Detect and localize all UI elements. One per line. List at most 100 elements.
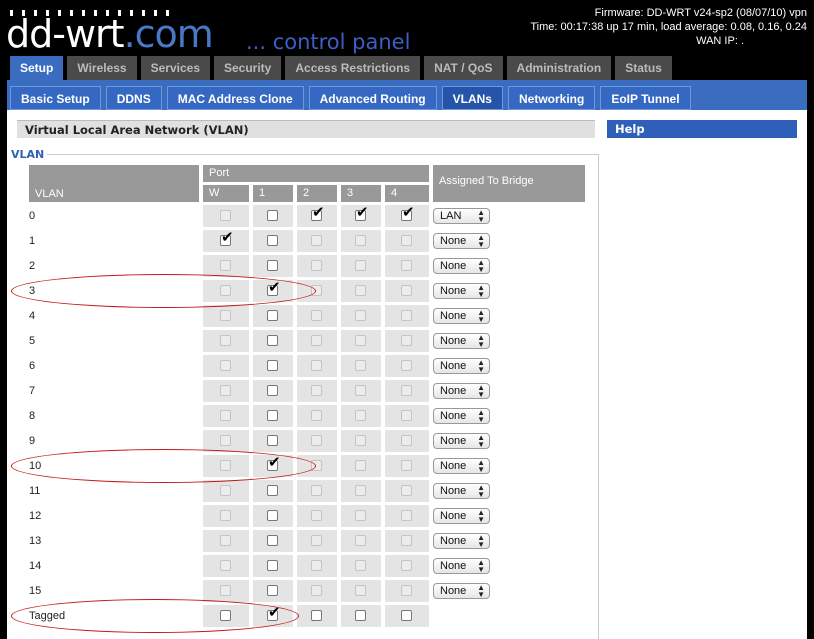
vlan-7-port-w-checkbox xyxy=(220,385,231,396)
wan-ip-redacted xyxy=(747,36,807,47)
subtab-vlans[interactable]: VLANs xyxy=(441,86,503,110)
vlan-row-label: 9 xyxy=(29,435,36,447)
tagged-port-2-checkbox[interactable] xyxy=(311,610,322,621)
port-header-w: W xyxy=(203,185,249,202)
subtab-mac-address-clone[interactable]: MAC Address Clone xyxy=(166,86,304,110)
bridge-select[interactable]: None ▲ ▼ xyxy=(433,308,490,324)
port-header-4: 4 xyxy=(385,185,429,202)
assigned-bridge-header: Assigned To Bridge xyxy=(433,165,585,202)
fieldset-border xyxy=(47,154,599,155)
vlan-8-port-3-checkbox xyxy=(355,410,366,421)
vlan-6-port-1-checkbox[interactable] xyxy=(267,360,278,371)
tab-nat-qos[interactable]: NAT / QoS xyxy=(424,56,503,80)
vlan-13-port-4-checkbox xyxy=(401,535,412,546)
tab-services[interactable]: Services xyxy=(140,56,210,80)
section-title: Virtual Local Area Network (VLAN) xyxy=(17,120,595,138)
stepper-arrows-icon: ▲ ▼ xyxy=(477,233,485,249)
firmware-info: Firmware: DD-WRT v24-sp2 (08/07/10) vpn … xyxy=(530,6,807,48)
highlight-oval xyxy=(11,599,299,633)
vlan-8-port-1-checkbox[interactable] xyxy=(267,410,278,421)
bridge-select-value: None xyxy=(440,285,467,297)
vlan-14-port-3-checkbox xyxy=(355,560,366,571)
vlan-0-port-1-checkbox[interactable] xyxy=(267,210,278,221)
bridge-select[interactable]: None ▲ ▼ xyxy=(433,583,490,599)
tab-administration[interactable]: Administration xyxy=(506,56,612,80)
port-header-3: 3 xyxy=(341,185,381,202)
bridge-select[interactable]: LAN ▲ ▼ xyxy=(433,208,490,224)
stepper-arrows-icon: ▲ ▼ xyxy=(477,208,485,224)
bridge-select[interactable]: None ▲ ▼ xyxy=(433,333,490,349)
bridge-select[interactable]: None ▲ ▼ xyxy=(433,383,490,399)
vlan-13-port-w-checkbox xyxy=(220,535,231,546)
vlan-12-port-1-checkbox[interactable] xyxy=(267,510,278,521)
tab-access-restrictions[interactable]: Access Restrictions xyxy=(285,56,421,80)
bridge-select[interactable]: None ▲ ▼ xyxy=(433,533,490,549)
vlan-14-port-1-checkbox[interactable] xyxy=(267,560,278,571)
vlan-13-port-1-checkbox[interactable] xyxy=(267,535,278,546)
vlan-11-port-1-checkbox[interactable] xyxy=(267,485,278,496)
vlan-10-port-3-checkbox xyxy=(355,460,366,471)
bridge-select[interactable]: None ▲ ▼ xyxy=(433,508,490,524)
vlan-row-label: 0 xyxy=(29,210,36,222)
stepper-arrows-icon: ▲ ▼ xyxy=(477,433,485,449)
vlan-14-port-4-checkbox xyxy=(401,560,412,571)
vlan-13-port-2-checkbox xyxy=(311,535,322,546)
vlan-6-port-w-checkbox xyxy=(220,360,231,371)
stepper-arrows-icon: ▲ ▼ xyxy=(477,483,485,499)
vlan-row-label: 4 xyxy=(29,310,36,322)
vlan-3-port-3-checkbox xyxy=(355,285,366,296)
subtab-networking[interactable]: Networking xyxy=(507,86,596,110)
vlan-2-port-4-checkbox xyxy=(401,260,412,271)
vlan-7-port-1-checkbox[interactable] xyxy=(267,385,278,396)
bridge-select[interactable]: None ▲ ▼ xyxy=(433,283,490,299)
subtab-basic-setup[interactable]: Basic Setup xyxy=(10,86,101,110)
check-mark-icon: ✔ xyxy=(312,203,325,221)
stepper-arrows-icon: ▲ ▼ xyxy=(477,583,485,599)
tagged-port-4-checkbox[interactable] xyxy=(401,610,412,621)
bridge-select[interactable]: None ▲ ▼ xyxy=(433,233,490,249)
vlan-row-label: 1 xyxy=(29,235,36,247)
vlan-4-port-3-checkbox xyxy=(355,310,366,321)
vlan-0-port-4-checkbox[interactable]: ✔ xyxy=(401,205,415,221)
tab-setup[interactable]: Setup xyxy=(10,56,64,80)
vlan-1-port-1-checkbox[interactable] xyxy=(267,235,278,246)
bridge-select[interactable]: None ▲ ▼ xyxy=(433,433,490,449)
bridge-select-value: None xyxy=(440,235,467,247)
tab-status[interactable]: Status xyxy=(615,56,672,80)
bridge-select[interactable]: None ▲ ▼ xyxy=(433,558,490,574)
vlan-4-port-1-checkbox[interactable] xyxy=(267,310,278,321)
vlan-row-label: 11 xyxy=(29,485,41,497)
sub-tabs: Basic Setup DDNS MAC Address Clone Advanced… xyxy=(10,86,691,110)
fieldset-border-right xyxy=(598,154,599,639)
vlan-15-port-w-checkbox xyxy=(220,585,231,596)
subtab-ddns[interactable]: DDNS xyxy=(105,86,162,110)
vlan-15-port-1-checkbox[interactable] xyxy=(267,585,278,596)
tab-security[interactable]: Security xyxy=(214,56,282,80)
content-area: Virtual Local Area Network (VLAN) Help V… xyxy=(7,110,807,639)
vlan-row-label: 2 xyxy=(29,260,36,272)
vlan-7-port-4-checkbox xyxy=(401,385,412,396)
vlan-1-port-w-checkbox[interactable]: ✔ xyxy=(220,230,234,246)
subtab-advanced-routing[interactable]: Advanced Routing xyxy=(308,86,437,110)
bridge-select[interactable]: None ▲ ▼ xyxy=(433,483,490,499)
vlan-0-port-2-checkbox[interactable]: ✔ xyxy=(311,205,325,221)
vlan-9-port-4-checkbox xyxy=(401,435,412,446)
bridge-select[interactable]: None ▲ ▼ xyxy=(433,258,490,274)
bridge-select-value: None xyxy=(440,260,467,272)
vlan-5-port-1-checkbox[interactable] xyxy=(267,335,278,346)
bridge-select-value: None xyxy=(440,535,467,547)
tab-wireless[interactable]: Wireless xyxy=(67,56,137,80)
subtab-eoip-tunnel[interactable]: EoIP Tunnel xyxy=(600,86,691,110)
vlan-1-port-2-checkbox xyxy=(311,235,322,246)
header: dd-wrt.com ... control panel Firmware: D… xyxy=(0,0,814,56)
vlan-7-port-2-checkbox xyxy=(311,385,322,396)
vlan-2-port-1-checkbox[interactable] xyxy=(267,260,278,271)
main-tabs: Setup Wireless Services Security Access Rest… xyxy=(10,56,672,80)
tagged-port-3-checkbox[interactable] xyxy=(355,610,366,621)
stepper-arrows-icon: ▲ ▼ xyxy=(477,258,485,274)
bridge-select[interactable]: None ▲ ▼ xyxy=(433,358,490,374)
vlan-0-port-3-checkbox[interactable]: ✔ xyxy=(355,205,369,221)
bridge-select[interactable]: None ▲ ▼ xyxy=(433,458,490,474)
vlan-9-port-1-checkbox[interactable] xyxy=(267,435,278,446)
bridge-select[interactable]: None ▲ ▼ xyxy=(433,408,490,424)
